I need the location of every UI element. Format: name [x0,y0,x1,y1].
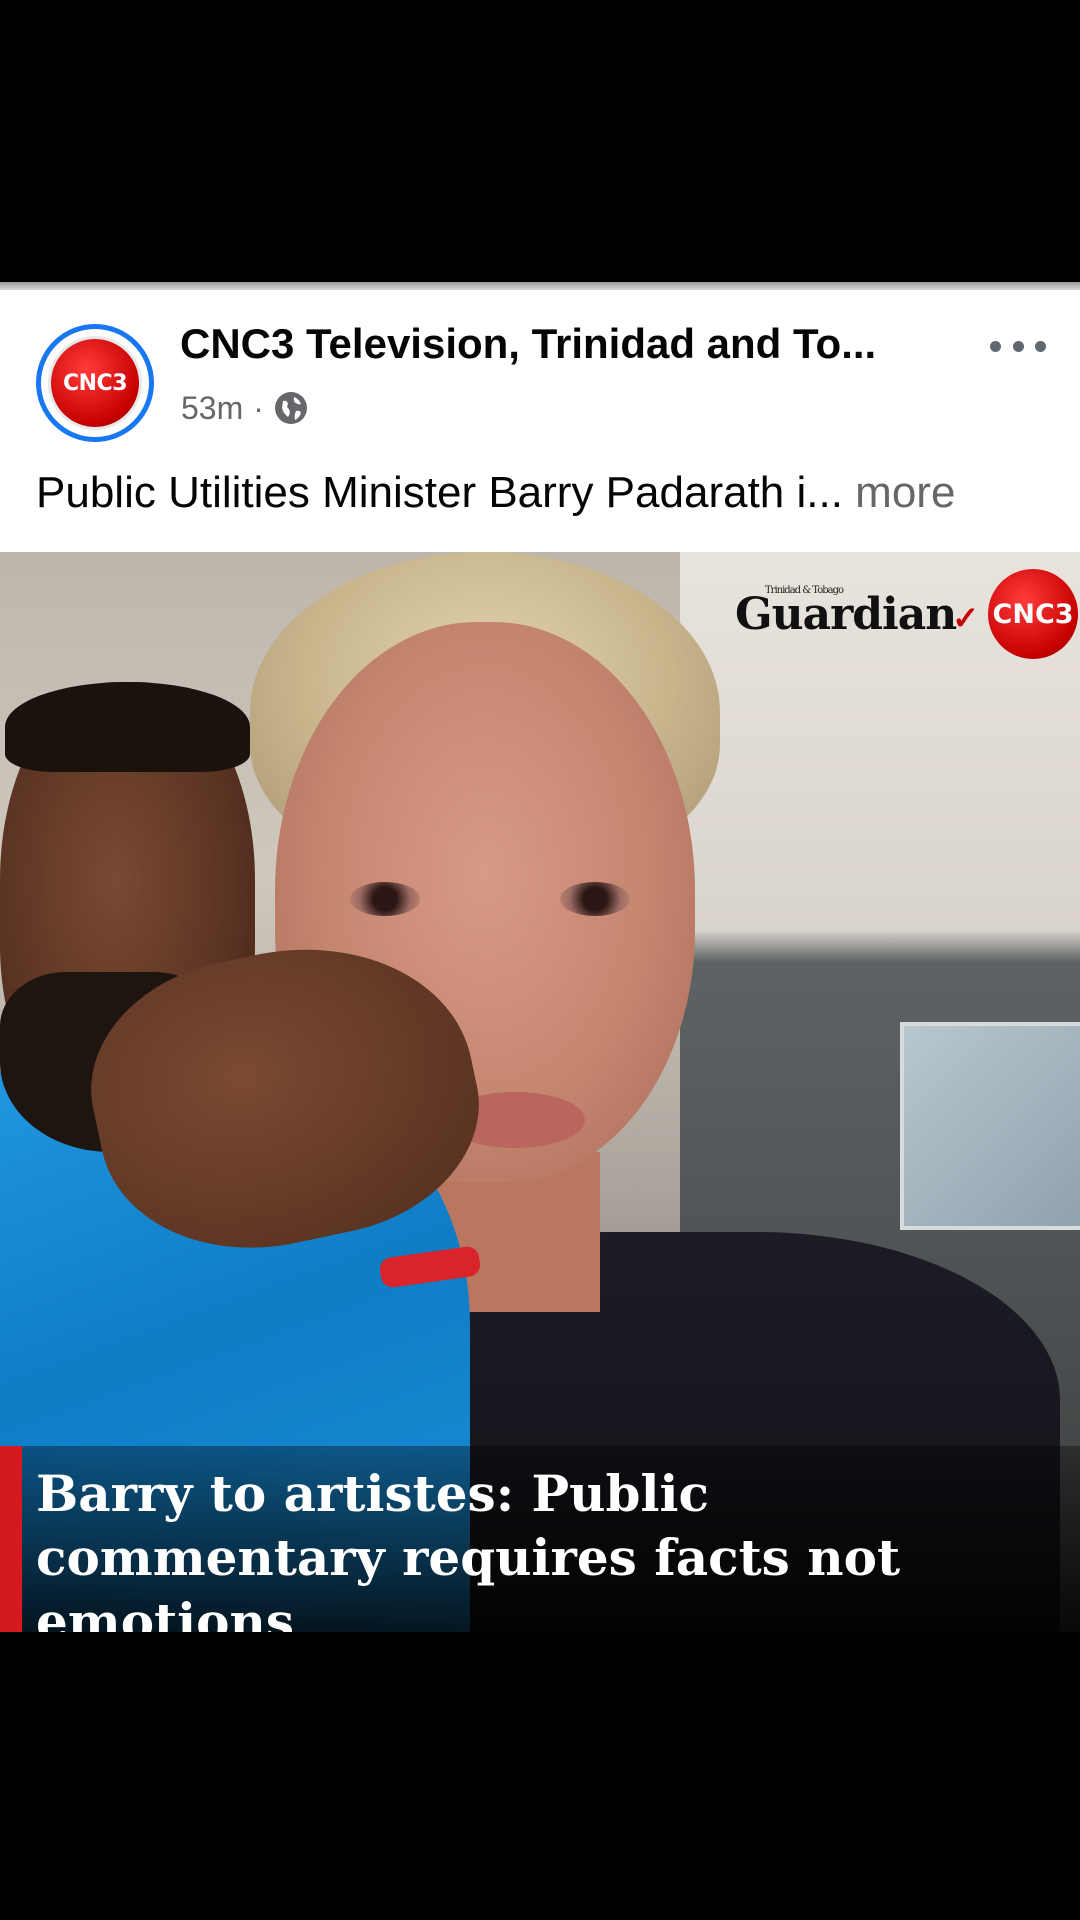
cnc3-logo: CNC3 [988,569,1079,659]
cnc3-logo-text: CNC3 [992,598,1074,630]
see-more-link[interactable]: more [855,468,955,517]
post-caption: Public Utilities Minister Barry Padarath… [36,468,1046,518]
watermark-logos: Trinidad & Tobago Guardian✓ CNC3 [735,566,1079,662]
bottom-black-area [0,1632,1080,1920]
headline-accent-bar [0,1446,22,1632]
top-black-area [0,0,1080,282]
dot [1012,340,1024,352]
bird-icon: ✓ [952,598,979,637]
guardian-logo-text: Guardian [735,588,957,640]
more-options-icon[interactable] [990,334,1046,358]
globe-icon [274,391,308,425]
cnc3-avatar-logo: CNC3 [48,336,142,430]
wall-picture [900,1022,1080,1230]
avatar-text: CNC3 [62,370,128,396]
woman-right-eye [560,882,630,916]
post-meta: 53m · [181,390,308,426]
man-hair [5,682,250,772]
image-headline: Barry to artistes: Public commentary req… [36,1464,901,1651]
post-header: CNC3 CNC3 Television, Trinidad and To...… [0,290,1080,552]
caption-text: Public Utilities Minister Barry Padarath… [36,468,843,517]
page-avatar[interactable]: CNC3 [36,324,154,442]
woman-left-eye [350,882,420,916]
page-name[interactable]: CNC3 Television, Trinidad and To... [180,320,940,368]
dot [1035,340,1046,352]
guardian-logo-small-text: Trinidad & Tobago [765,584,844,596]
meta-separator: · [253,389,264,426]
guardian-logo: Trinidad & Tobago Guardian✓ [735,585,979,640]
post-timestamp[interactable]: 53m [181,390,243,427]
top-divider [0,282,1080,290]
dot [990,340,1001,352]
